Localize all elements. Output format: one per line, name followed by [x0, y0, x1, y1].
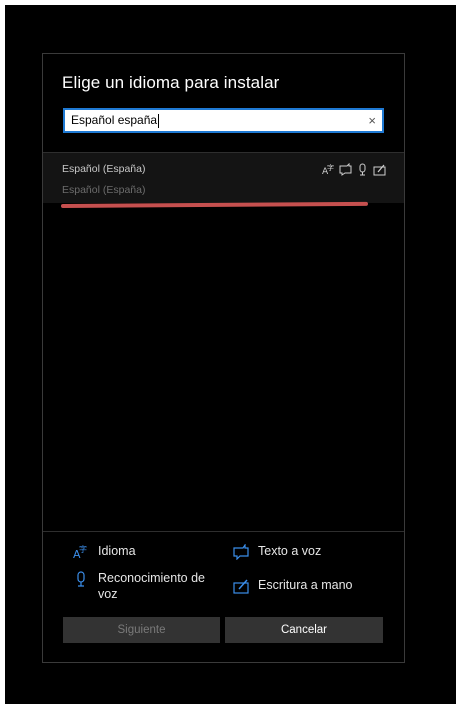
- screen-background: Elige un idioma para instalar Español es…: [5, 5, 456, 704]
- speech-recognition-icon: [73, 571, 89, 587]
- legend-language-label: Idioma: [98, 544, 136, 558]
- language-name: Español (España): [62, 163, 146, 175]
- legend-text-to-speech-label: Texto a voz: [258, 544, 322, 558]
- list-item-espanol-espana[interactable]: Español (España) Español (España) A字: [43, 153, 404, 203]
- text-caret: [158, 113, 160, 128]
- legend-language: A字 Idioma: [73, 543, 136, 561]
- annotation-underline: [60, 201, 369, 208]
- legend-speech-recognition-label: Reconocimiento de voz: [98, 571, 206, 601]
- clear-icon[interactable]: ×: [368, 110, 376, 131]
- language-pack-icon: A字: [73, 544, 89, 561]
- language-native-name: Español (España): [62, 184, 146, 196]
- search-input[interactable]: Español españa: [71, 110, 160, 131]
- search-box[interactable]: Español españa ×: [63, 108, 384, 133]
- speech-recognition-icon: [356, 163, 369, 176]
- language-results-list[interactable]: Español (España) Español (España) A字: [43, 152, 404, 527]
- svg-text:字: 字: [327, 163, 334, 172]
- next-button[interactable]: Siguiente: [63, 617, 220, 643]
- text-to-speech-icon: [233, 543, 249, 561]
- language-pack-icon: A字: [322, 163, 335, 176]
- legend-handwriting: Escritura a mano: [233, 577, 352, 594]
- handwriting-icon: [233, 578, 249, 594]
- handwriting-icon: [373, 163, 386, 176]
- legend-text-to-speech: Texto a voz: [233, 543, 322, 561]
- svg-text:字: 字: [79, 544, 87, 554]
- legend-speech-recognition: Reconocimiento de voz: [73, 570, 218, 602]
- feature-icons: A字: [322, 163, 386, 176]
- search-input-text: Español españa: [71, 113, 158, 127]
- language-install-dialog: Elige un idioma para instalar Español es…: [42, 53, 405, 663]
- dialog-title: Elige un idioma para instalar: [62, 73, 280, 92]
- legend-handwriting-label: Escritura a mano: [258, 578, 353, 592]
- text-to-speech-icon: [339, 163, 352, 176]
- cancel-button[interactable]: Cancelar: [225, 617, 383, 643]
